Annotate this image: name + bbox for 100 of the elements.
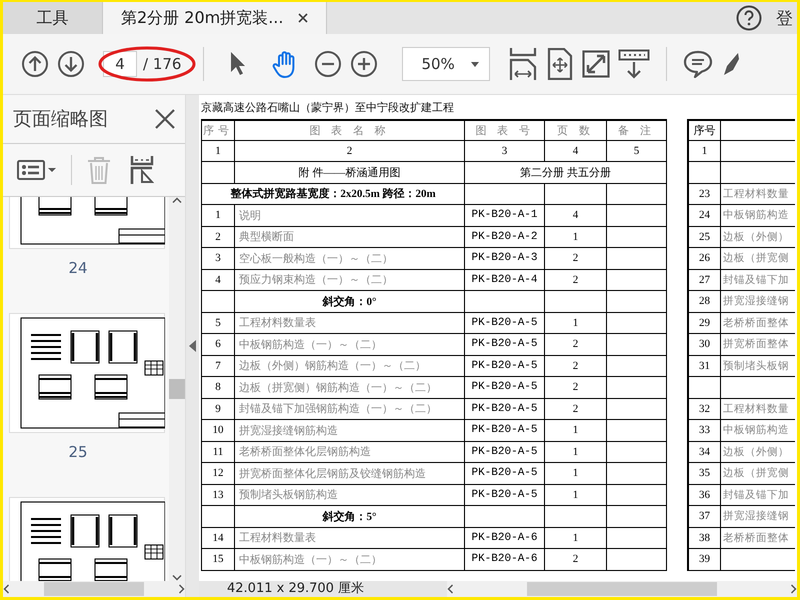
table-cell: 说明 bbox=[235, 205, 465, 226]
table-cell: 33 bbox=[687, 420, 721, 442]
tab[interactable]: 工具 bbox=[3, 2, 103, 34]
table-cell: 边板（外侧）钢筋构造（一）～（二） bbox=[235, 356, 465, 377]
table-cell bbox=[607, 205, 667, 226]
table-cell: 38 bbox=[687, 528, 721, 549]
table-cell: 1 bbox=[545, 442, 607, 463]
table-cell: PK-B20-A-5 bbox=[465, 442, 545, 463]
thumbnail-options-button[interactable] bbox=[17, 158, 57, 182]
comment-button[interactable] bbox=[683, 50, 714, 78]
table-cell: PK-B20-A-6 bbox=[465, 549, 545, 570]
scroll-down-icon[interactable] bbox=[172, 575, 182, 581]
table-cell: 整体式拼宽路基宽度：2x20.5m 跨径：20m bbox=[201, 184, 465, 205]
table-cell: 2 bbox=[545, 549, 607, 570]
table-cell: 边板（拼宽侧 bbox=[721, 463, 795, 484]
table-cell: 7 bbox=[201, 356, 235, 377]
table-cell: 工程材料数量 bbox=[721, 184, 795, 205]
table-cell: 14 bbox=[201, 528, 235, 549]
table-cell bbox=[607, 226, 667, 248]
table-cell: 序号 bbox=[687, 119, 721, 140]
page-total: / 176 bbox=[143, 55, 182, 73]
table-cell: 拼宽桥面整体 bbox=[721, 334, 795, 356]
scrollbar-thumb[interactable] bbox=[527, 582, 717, 596]
table-cell bbox=[201, 291, 235, 312]
next-page-button[interactable] bbox=[57, 50, 85, 78]
tab[interactable]: 第2分册 20m拼宽装... bbox=[103, 2, 327, 34]
table-cell: 拼宽湿接缝钢 bbox=[721, 291, 795, 312]
page-size-label: 42.011 x 29.700 厘米 bbox=[226, 581, 366, 597]
table-cell: 封锚及锚下加 bbox=[721, 484, 795, 506]
table-cell: 中板钢筋构造 bbox=[721, 420, 795, 442]
table-cell bbox=[607, 528, 667, 549]
document-title: 京藏高速公路石嘴山（蒙宁界）至中宁段改扩建工程 bbox=[201, 100, 455, 116]
table-cell: 1 bbox=[545, 484, 607, 506]
table-cell: 工程材料数量表 bbox=[235, 528, 465, 549]
page-thumbnail[interactable] bbox=[9, 497, 165, 581]
table-cell: 32 bbox=[687, 398, 721, 420]
table-cell: 2 bbox=[545, 356, 607, 377]
table-cell: 边板（外侧） bbox=[721, 226, 795, 248]
scroll-right-icon[interactable] bbox=[791, 584, 797, 594]
table-cell: 1 bbox=[545, 463, 607, 484]
table-cell: PK-B20-A-5 bbox=[465, 377, 545, 398]
scrollbar-thumb[interactable] bbox=[169, 379, 185, 399]
close-icon[interactable] bbox=[298, 13, 308, 23]
table-cell: 2 bbox=[545, 270, 607, 291]
full-screen-button[interactable] bbox=[582, 50, 610, 78]
collapse-panel-icon[interactable] bbox=[189, 340, 196, 352]
table-cell: 2 bbox=[545, 377, 607, 398]
table-cell: 3 bbox=[201, 248, 235, 270]
table-cell: 31 bbox=[687, 356, 721, 377]
table-cell: 边板（拼宽侧）钢筋构造（一）～（二） bbox=[235, 377, 465, 398]
table-cell: 1 bbox=[201, 140, 235, 162]
insert-page-button[interactable] bbox=[130, 155, 154, 185]
scroll-up-icon[interactable] bbox=[172, 197, 182, 203]
zoom-out-button[interactable] bbox=[314, 50, 342, 78]
previous-page-button[interactable] bbox=[21, 50, 49, 78]
table-cell: 1 bbox=[545, 226, 607, 248]
table-cell: 1 bbox=[201, 205, 235, 226]
table-cell bbox=[607, 420, 667, 442]
zoom-dropdown[interactable]: 50% bbox=[402, 47, 490, 81]
table-cell bbox=[607, 398, 667, 420]
scroll-left-icon[interactable] bbox=[3, 584, 9, 594]
table-cell: 24 bbox=[687, 205, 721, 226]
page-number-label: 24 bbox=[67, 259, 89, 277]
scroll-left-icon[interactable] bbox=[447, 584, 453, 594]
table-cell: 工程材料数量 bbox=[721, 398, 795, 420]
table-cell: 边板（外侧） bbox=[721, 442, 795, 463]
table-cell: 老桥桥面整体 bbox=[721, 528, 795, 549]
table-cell: 2 bbox=[201, 226, 235, 248]
table-cell: 老桥桥面整体化层钢筋构造 bbox=[235, 442, 465, 463]
table-cell: 4 bbox=[545, 205, 607, 226]
table-cell bbox=[607, 334, 667, 356]
close-icon[interactable] bbox=[155, 109, 175, 129]
table-cell: 序号 bbox=[201, 119, 235, 140]
scrollbar-thumb[interactable] bbox=[44, 582, 144, 596]
fit-width-button[interactable] bbox=[508, 47, 538, 81]
page-thumbnail[interactable] bbox=[9, 313, 165, 433]
pointer-tool-button[interactable] bbox=[230, 52, 246, 76]
table-cell: 第二分册 共五分册 bbox=[465, 162, 667, 184]
table-cell: 30 bbox=[687, 334, 721, 356]
table-cell: 斜交角：5° bbox=[235, 506, 465, 528]
scroll-right-icon[interactable] bbox=[179, 584, 185, 594]
document-move-button[interactable] bbox=[546, 48, 574, 80]
sign-in-link[interactable]: 登 bbox=[776, 2, 797, 34]
table-cell: 3 bbox=[465, 140, 545, 162]
table-cell bbox=[607, 184, 667, 205]
zoom-in-button[interactable] bbox=[350, 50, 378, 78]
table-cell bbox=[607, 312, 667, 334]
table-cell bbox=[607, 442, 667, 463]
table-cell: 空心板一般构造（一）～（二） bbox=[235, 248, 465, 270]
table-cell: 26 bbox=[687, 248, 721, 270]
table-cell: 9 bbox=[201, 398, 235, 420]
table-cell bbox=[607, 549, 667, 570]
table-cell: 39 bbox=[687, 549, 721, 570]
table-cell: 典型横断面 bbox=[235, 226, 465, 248]
table-cell bbox=[607, 270, 667, 291]
table-cell: 5 bbox=[607, 140, 667, 162]
table-cell: 中板钢筋构造（一）～（二） bbox=[235, 334, 465, 356]
table-cell: 15 bbox=[201, 549, 235, 570]
help-icon[interactable] bbox=[736, 5, 762, 31]
scroll-mode-button[interactable] bbox=[618, 49, 650, 79]
